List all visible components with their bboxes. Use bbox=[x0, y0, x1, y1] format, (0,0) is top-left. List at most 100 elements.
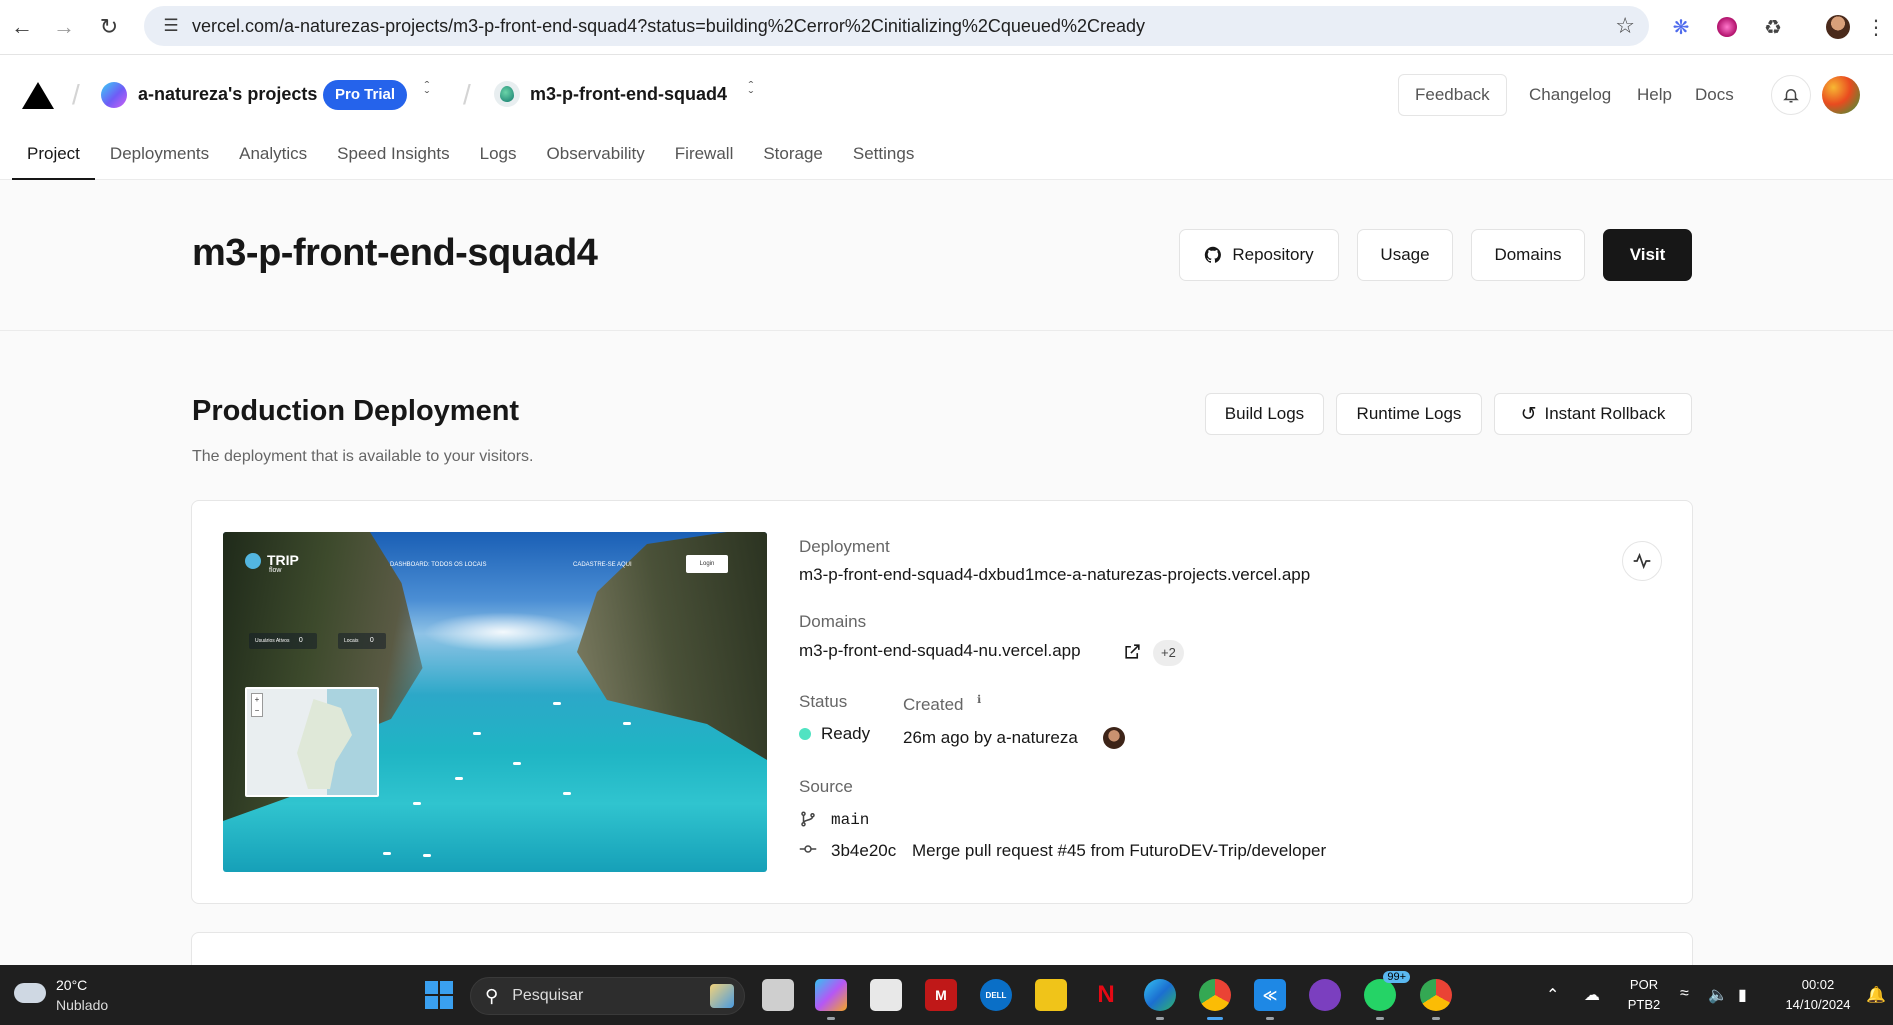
tab-deployments[interactable]: Deployments bbox=[95, 141, 224, 180]
whatsapp-icon[interactable]: 99+ bbox=[1364, 971, 1410, 1020]
team-switcher-icon[interactable]: ˆˇ bbox=[420, 79, 434, 103]
boat bbox=[455, 777, 463, 780]
instant-rollback-button[interactable]: ↺ Instant Rollback bbox=[1494, 393, 1692, 435]
creator-avatar[interactable] bbox=[1103, 727, 1125, 749]
activity-pulse-icon[interactable] bbox=[1622, 541, 1662, 581]
clock-time[interactable]: 00:02 bbox=[1778, 977, 1858, 992]
search-placeholder: Pesquisar bbox=[512, 987, 584, 1004]
project-switcher-icon[interactable]: ˆˇ bbox=[744, 79, 758, 103]
preview-cliff-right bbox=[577, 532, 767, 760]
project-breadcrumb[interactable]: m3-p-front-end-squad4 bbox=[530, 84, 727, 105]
help-link[interactable]: Help bbox=[1637, 85, 1672, 105]
team-name[interactable]: a-natureza's projects bbox=[138, 84, 317, 105]
chrome-profile-icon[interactable] bbox=[1420, 979, 1452, 1020]
netflix-icon[interactable]: N bbox=[1090, 979, 1122, 1011]
tab-analytics[interactable]: Analytics bbox=[224, 141, 322, 180]
clock-date[interactable]: 14/10/2024 bbox=[1778, 997, 1858, 1012]
repository-button[interactable]: Repository bbox=[1179, 229, 1339, 281]
task-view-icon[interactable] bbox=[762, 979, 794, 1011]
cloud-icon[interactable] bbox=[14, 983, 46, 1003]
plan-badge[interactable]: Pro Trial bbox=[323, 80, 408, 110]
runtime-logs-button[interactable]: Runtime Logs bbox=[1336, 393, 1482, 435]
copilot-icon[interactable] bbox=[815, 979, 847, 1020]
visit-button[interactable]: Visit bbox=[1603, 229, 1692, 281]
team-avatar[interactable] bbox=[101, 82, 127, 108]
onedrive-cloud-icon[interactable]: ☁ bbox=[1584, 985, 1600, 1005]
branch-name[interactable]: main bbox=[831, 811, 869, 829]
file-explorer-icon[interactable] bbox=[1035, 979, 1067, 1011]
forward-icon[interactable]: → bbox=[42, 5, 86, 49]
tab-project[interactable]: Project bbox=[12, 141, 95, 180]
changelog-link[interactable]: Changelog bbox=[1529, 85, 1611, 105]
tab-observability[interactable]: Observability bbox=[532, 141, 660, 180]
deployment-url-link[interactable]: m3-p-front-end-squad4-dxbud1mce-a-nature… bbox=[799, 565, 1310, 585]
windows-start-icon[interactable] bbox=[425, 981, 453, 1009]
vscode-icon[interactable]: ≪ bbox=[1254, 979, 1286, 1020]
boat bbox=[383, 852, 391, 855]
preview-nav-1: DASHBOARD: TODOS OS LOCAIS bbox=[390, 562, 487, 568]
tab-firewall[interactable]: Firewall bbox=[660, 141, 749, 180]
weather-temperature[interactable]: 20°C bbox=[56, 977, 87, 993]
feedback-button[interactable]: Feedback bbox=[1398, 74, 1507, 116]
more-domains-badge[interactable]: +2 bbox=[1153, 640, 1184, 666]
volume-icon[interactable]: 🔈 bbox=[1708, 985, 1728, 1005]
bookmark-star-icon[interactable]: ☆ bbox=[1615, 13, 1635, 39]
domains-button[interactable]: Domains bbox=[1471, 229, 1585, 281]
extensions-puzzle-icon[interactable]: ♻ bbox=[1758, 12, 1788, 42]
preview-logo-text: TRIP bbox=[267, 552, 299, 568]
docs-link[interactable]: Docs bbox=[1695, 85, 1734, 105]
external-link-icon[interactable] bbox=[1123, 642, 1142, 661]
reload-icon[interactable]: ↻ bbox=[87, 5, 131, 49]
dell-icon[interactable]: DELL bbox=[980, 979, 1012, 1011]
keyboard-layout[interactable]: PTB2 bbox=[1622, 997, 1666, 1012]
edge-icon[interactable] bbox=[1144, 979, 1176, 1020]
tab-settings[interactable]: Settings bbox=[838, 141, 929, 180]
github-icon bbox=[1205, 246, 1222, 263]
mcafee-icon[interactable]: M bbox=[925, 979, 957, 1011]
status-value: Ready bbox=[821, 724, 871, 743]
boat bbox=[473, 732, 481, 735]
wifi-icon[interactable]: ≈ bbox=[1680, 985, 1689, 1003]
weather-description[interactable]: Nublado bbox=[56, 997, 108, 1013]
user-avatar[interactable] bbox=[1822, 76, 1860, 114]
preview-nav-2: CADASTRE-SE AQUI bbox=[573, 562, 632, 568]
breadcrumb-separator-2: / bbox=[463, 79, 471, 110]
deployment-preview-image[interactable]: TRIP flow DASHBOARD: TODOS OS LOCAIS CAD… bbox=[223, 532, 767, 872]
extension-icon-2[interactable] bbox=[1712, 12, 1742, 42]
tab-storage[interactable]: Storage bbox=[748, 141, 838, 180]
domain-link[interactable]: m3-p-front-end-squad4-nu.vercel.app bbox=[799, 641, 1081, 661]
notifications-bell-icon[interactable] bbox=[1771, 75, 1811, 115]
tab-speed-insights[interactable]: Speed Insights bbox=[322, 141, 464, 180]
github-desktop-icon[interactable] bbox=[1309, 979, 1341, 1011]
commit-message[interactable]: Merge pull request #45 from FuturoDEV-Tr… bbox=[912, 841, 1326, 861]
taskbar-search[interactable]: ⚲ Pesquisar bbox=[470, 977, 745, 1015]
boat bbox=[413, 802, 421, 805]
info-icon[interactable]: ℹ bbox=[977, 693, 981, 706]
preview-logo: TRIP flow bbox=[245, 552, 299, 574]
preview-login: Login bbox=[686, 555, 728, 573]
build-logs-button[interactable]: Build Logs bbox=[1205, 393, 1324, 435]
chrome-icon[interactable] bbox=[1199, 979, 1231, 1020]
language-indicator[interactable]: POR bbox=[1626, 977, 1662, 992]
commit-hash[interactable]: 3b4e20c bbox=[831, 841, 896, 861]
extension-icon[interactable]: ❋ bbox=[1666, 12, 1696, 42]
section-title: Production Deployment bbox=[192, 395, 520, 427]
address-bar[interactable]: ☰ vercel.com/a-naturezas-projects/m3-p-f… bbox=[144, 6, 1649, 46]
browser-profile-avatar[interactable] bbox=[1823, 12, 1853, 42]
vercel-logo[interactable] bbox=[22, 82, 54, 109]
status-label: Status bbox=[799, 692, 848, 711]
battery-icon[interactable]: ▮ bbox=[1738, 985, 1747, 1005]
production-deployment-card: TRIP flow DASHBOARD: TODOS OS LOCAIS CAD… bbox=[191, 500, 1693, 904]
section-subtitle: The deployment that is available to your… bbox=[192, 448, 534, 465]
source-label: Source bbox=[799, 777, 853, 796]
site-info-icon[interactable]: ☰ bbox=[154, 16, 188, 36]
show-hidden-icons-icon[interactable]: ⌃ bbox=[1546, 985, 1559, 1005]
tab-logs[interactable]: Logs bbox=[465, 141, 532, 180]
back-icon[interactable]: ← bbox=[0, 5, 44, 49]
notification-bell-icon[interactable]: 🔔 bbox=[1866, 985, 1886, 1005]
breadcrumb-separator: / bbox=[72, 79, 80, 110]
microsoft-store-icon[interactable] bbox=[870, 979, 902, 1011]
project-tabs: Project Deployments Analytics Speed Insi… bbox=[12, 141, 929, 180]
browser-menu-icon[interactable]: ⋮ bbox=[1866, 12, 1886, 42]
usage-button[interactable]: Usage bbox=[1357, 229, 1453, 281]
